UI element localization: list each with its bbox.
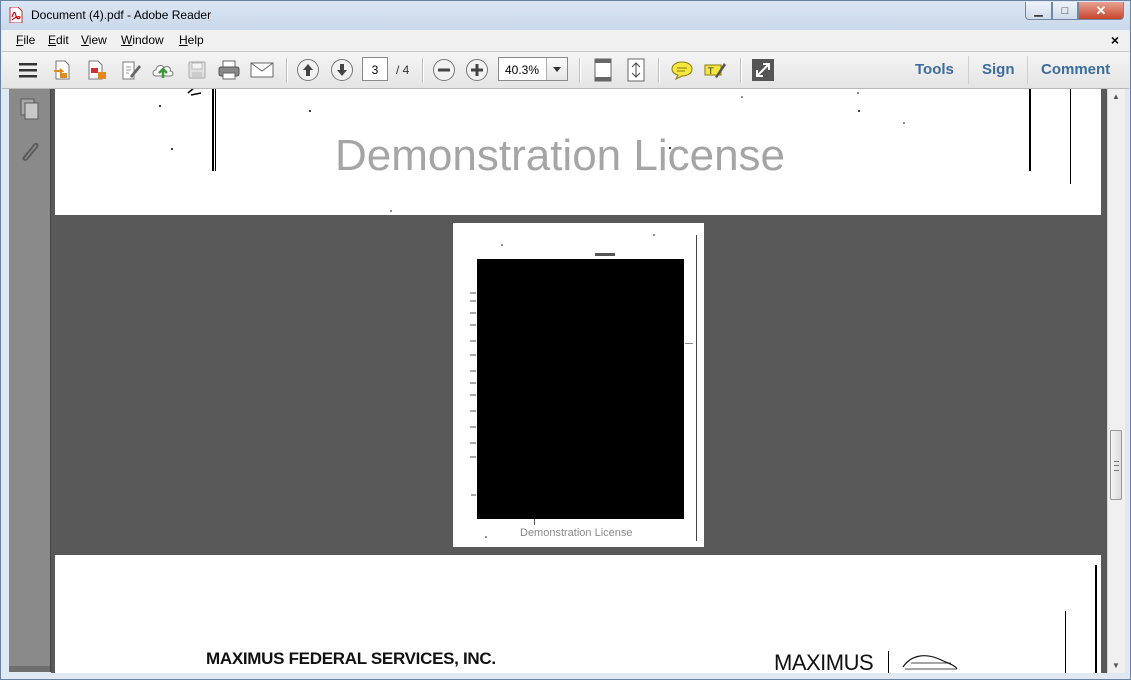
document-view[interactable]: Demonstration License Demonstration Lice… [51, 89, 1107, 673]
pdf-page-2: Demonstration License [55, 89, 1101, 215]
menu-window[interactable]: Window [121, 33, 164, 47]
vertical-scrollbar[interactable]: ▲ ▼ [1107, 89, 1125, 673]
toolbar-separator [740, 58, 742, 83]
window-bottom-border [1, 673, 1130, 679]
toolbar-separator [286, 58, 288, 83]
brand-logo-text: MAXIMUS [774, 650, 874, 673]
zoom-in-icon[interactable] [465, 58, 489, 82]
highlight-icon[interactable]: T [703, 58, 727, 82]
zoom-level-select[interactable]: 40.3% [498, 57, 568, 81]
redaction-block [477, 259, 684, 519]
page-total-label: / 4 [396, 63, 410, 77]
window-controls: ▁ □ ✕ [1025, 2, 1124, 20]
fit-width-icon[interactable] [624, 58, 648, 82]
comment-panel-link[interactable]: Comment [1041, 61, 1110, 78]
svg-text:T: T [707, 67, 714, 77]
export-pdf-icon[interactable] [85, 58, 109, 82]
pdf-file-icon [9, 7, 23, 23]
attachments-icon[interactable] [17, 139, 41, 163]
hamburger-menu-icon[interactable] [16, 58, 40, 82]
print-icon[interactable] [217, 58, 241, 82]
panel-separator [968, 56, 969, 84]
full-screen-icon[interactable] [751, 58, 775, 82]
grip-icon [1114, 461, 1119, 471]
menu-file[interactable]: File [16, 33, 35, 47]
close-button[interactable]: ✕ [1078, 2, 1124, 20]
toolbar-separator [579, 58, 581, 83]
toolbar: 3 / 4 40.3% T Tools Sign Comment [2, 52, 1129, 89]
edit-pdf-icon[interactable] [119, 58, 143, 82]
watermark-text-small: Demonstration License [520, 527, 633, 539]
menu-bar: File Edit View Window Help × [2, 30, 1129, 52]
menu-edit[interactable]: Edit [48, 33, 69, 47]
zoom-out-icon[interactable] [432, 58, 456, 82]
maximize-button[interactable]: □ [1052, 2, 1078, 20]
chevron-down-icon[interactable] [546, 58, 567, 80]
page-thumbnails-icon[interactable] [17, 97, 41, 121]
previous-page-icon[interactable] [296, 58, 320, 82]
page-number-input[interactable]: 3 [362, 57, 388, 81]
sign-panel-link[interactable]: Sign [982, 61, 1015, 78]
comment-icon[interactable] [670, 58, 694, 82]
scrollbar-thumb[interactable] [1110, 430, 1122, 500]
create-pdf-icon[interactable] [51, 58, 75, 82]
app-window: Document (4).pdf - Adobe Reader ▁ □ ✕ Fi… [0, 0, 1131, 680]
fit-page-icon[interactable] [591, 58, 615, 82]
tools-panel-link[interactable]: Tools [915, 61, 954, 78]
menu-view[interactable]: View [81, 33, 107, 47]
toolbar-separator [422, 58, 424, 83]
scroll-up-arrow-icon[interactable]: ▲ [1112, 92, 1120, 101]
upload-cloud-icon[interactable] [151, 58, 175, 82]
window-title: Document (4).pdf - Adobe Reader [31, 8, 212, 22]
menu-help[interactable]: Help [179, 33, 204, 47]
navigation-pane [9, 89, 51, 672]
panel-separator [1027, 56, 1028, 84]
minimize-button[interactable]: ▁ [1025, 2, 1052, 20]
company-name: MAXIMUS FEDERAL SERVICES, INC. [206, 649, 496, 668]
save-icon[interactable] [185, 58, 209, 82]
title-bar: Document (4).pdf - Adobe Reader ▁ □ ✕ [1, 1, 1130, 30]
pdf-page-3: Demonstration License [453, 223, 704, 547]
email-icon[interactable] [250, 58, 274, 82]
next-page-icon[interactable] [330, 58, 354, 82]
scroll-down-arrow-icon[interactable]: ▼ [1112, 661, 1120, 670]
toolbar-separator [658, 58, 660, 83]
pdf-page-4: MAXIMUS FEDERAL SERVICES, INC. MAXIMUS [55, 555, 1101, 673]
zoom-level-value: 40.3% [505, 63, 540, 77]
watermark-text: Demonstration License [335, 131, 786, 180]
nav-pane-footer [9, 666, 50, 672]
close-document-button[interactable]: × [1111, 32, 1119, 48]
